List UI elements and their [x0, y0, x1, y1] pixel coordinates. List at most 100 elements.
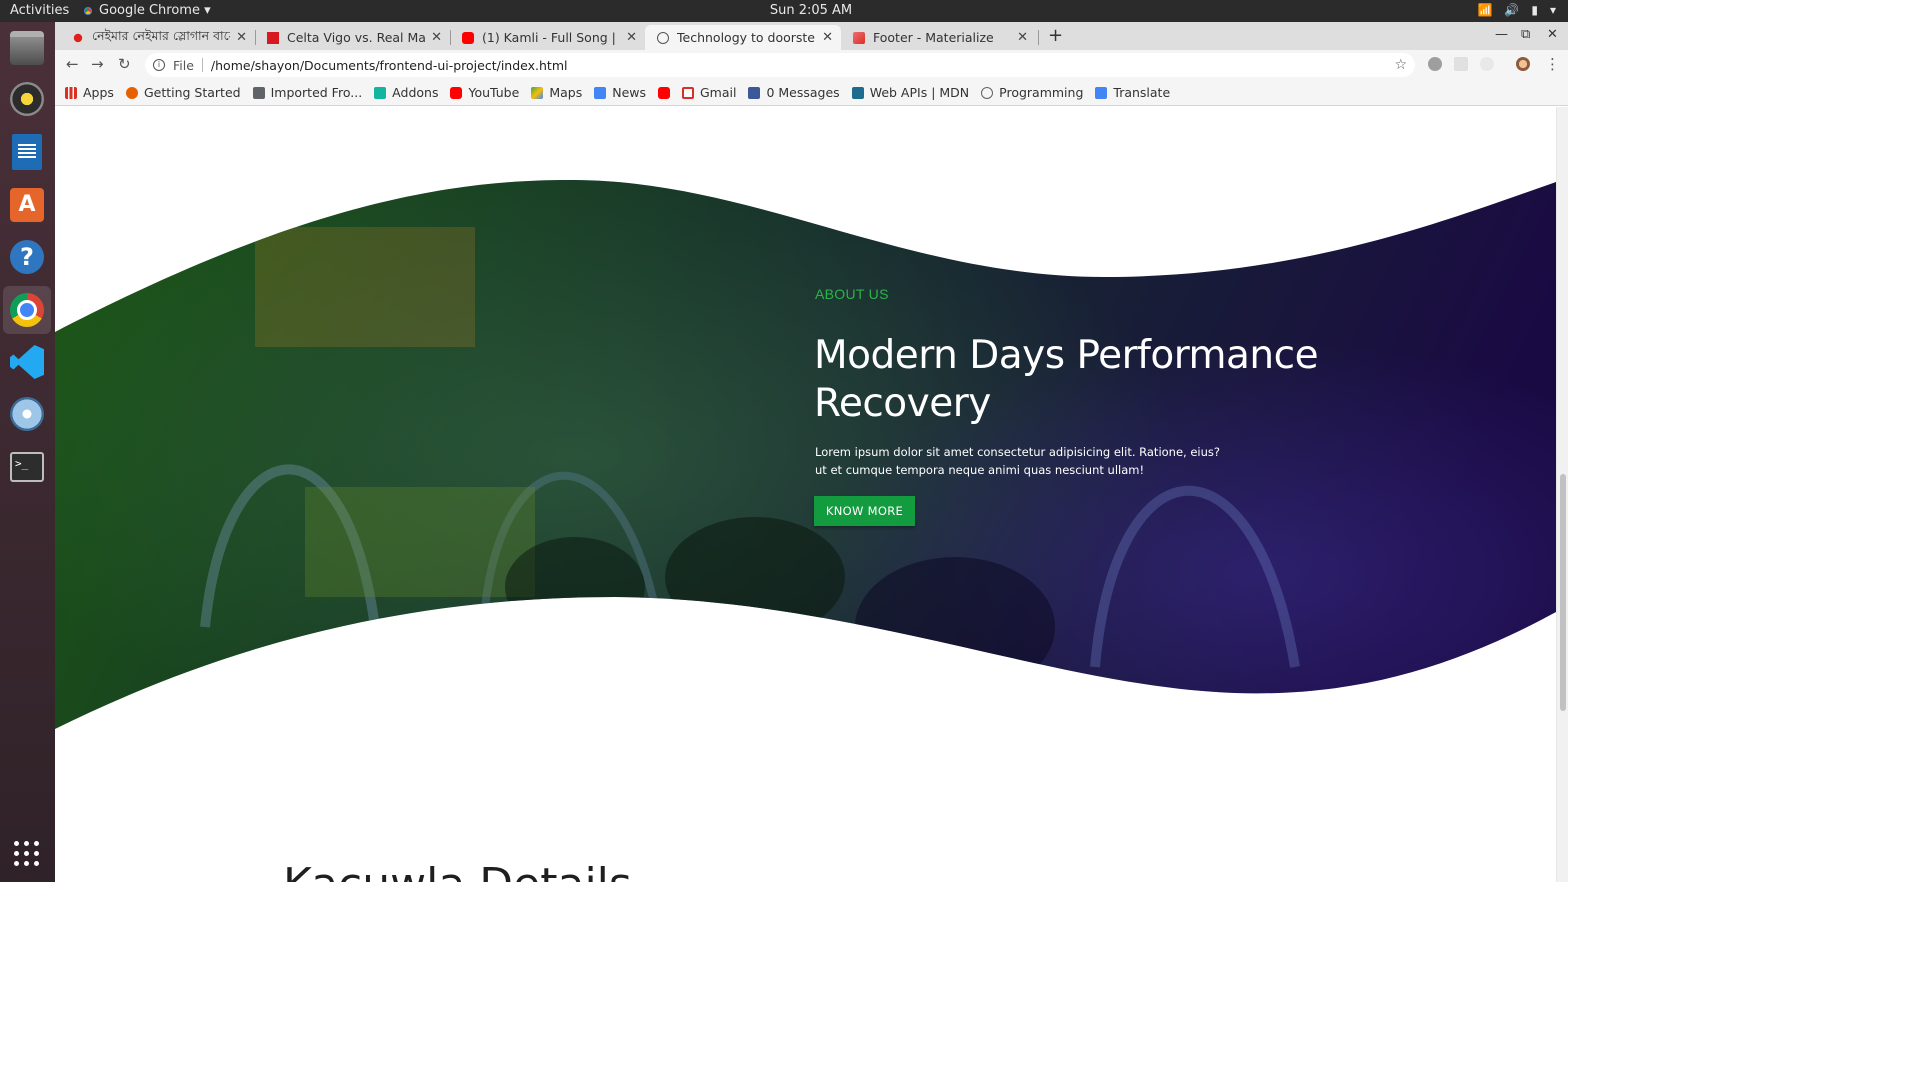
- extension-icon[interactable]: [1454, 57, 1468, 71]
- forward-button[interactable]: →: [91, 55, 104, 73]
- bookmark-label: Imported Fro...: [270, 85, 363, 100]
- dock-rhythmbox[interactable]: [7, 79, 47, 119]
- know-more-button[interactable]: KNOW MORE: [814, 496, 915, 526]
- news-icon: [594, 86, 607, 99]
- bookmark-mdn[interactable]: Web APIs | MDN: [851, 85, 969, 100]
- back-button[interactable]: ←: [66, 55, 79, 73]
- bookmark-gmail[interactable]: Gmail: [682, 85, 736, 100]
- browser-window: নেইমার নেইমার স্লোগান বার্সেলোনা ✕ Celta…: [55, 22, 1568, 882]
- clock[interactable]: Sun 2:05 AM: [0, 3, 1622, 18]
- close-icon[interactable]: ✕: [236, 30, 247, 45]
- new-tab-button[interactable]: +: [1048, 25, 1063, 46]
- avatar[interactable]: [1516, 57, 1530, 71]
- apps-grid-icon: [65, 86, 77, 99]
- tab-neymar[interactable]: নেইমার নেইমার স্লোগান বার্সেলোনা ✕: [60, 25, 255, 50]
- restore-button[interactable]: ⧉: [1521, 27, 1530, 42]
- omnibox-separator: [201, 58, 203, 72]
- extension-icon[interactable]: [1480, 57, 1494, 71]
- dock-vscode[interactable]: [7, 342, 47, 382]
- address-bar[interactable]: i File /home/shayon/Documents/frontend-u…: [145, 53, 1415, 77]
- bookmark-label: News: [612, 85, 646, 100]
- puzzle-icon: [374, 86, 387, 99]
- extension-icon[interactable]: [1428, 57, 1442, 71]
- dock-files[interactable]: [7, 28, 47, 68]
- browser-toolbar: ← → ↻ i File /home/shayon/Documents/fron…: [55, 50, 1568, 80]
- url-text[interactable]: /home/shayon/Documents/frontend-ui-proje…: [211, 58, 568, 73]
- page-scrollbar[interactable]: [1556, 107, 1568, 882]
- close-icon[interactable]: ✕: [1017, 30, 1028, 45]
- disk-icon: [10, 397, 44, 431]
- translate-icon: [1095, 86, 1108, 99]
- gmail-icon: [682, 86, 694, 99]
- info-icon[interactable]: i: [153, 59, 165, 71]
- maps-icon: [531, 86, 544, 99]
- bookmark-news[interactable]: News: [594, 85, 646, 100]
- dock: A ? >_: [0, 22, 55, 882]
- bookmark-label: Apps: [83, 85, 114, 100]
- tab-title: (1) Kamli - Full Song | Dhoom: [482, 30, 620, 45]
- close-window-button[interactable]: ✕: [1547, 27, 1558, 42]
- system-top-panel: Activities Google Chrome ▾ Sun 2:05 AM 📶…: [0, 0, 1568, 22]
- youtube-icon: [450, 86, 463, 99]
- tab-title: Celta Vigo vs. Real Madrid: [287, 30, 426, 45]
- bookmark-label: YouTube: [468, 85, 520, 100]
- tab-title: Technology to doorstep: [677, 30, 817, 45]
- dock-software[interactable]: A: [7, 185, 47, 225]
- facebook-icon: [748, 86, 761, 99]
- terminal-icon: >_: [10, 452, 44, 482]
- bookmark-maps[interactable]: Maps: [531, 85, 582, 100]
- tab-title: নেইমার নেইমার স্লোগান বার্সেলোনা: [92, 27, 230, 43]
- bookmark-addons[interactable]: Addons: [374, 85, 438, 100]
- about-hero-wave: [55, 179, 1556, 729]
- tab-footer-materialize[interactable]: Footer - Materialize ✕: [841, 25, 1036, 50]
- materialize-icon: [853, 31, 865, 44]
- bookmark-facebook[interactable]: 0 Messages: [748, 85, 840, 100]
- tab-technology-to-doorstep[interactable]: Technology to doorstep ✕: [645, 25, 841, 50]
- volume-icon[interactable]: 🔊: [1504, 3, 1519, 17]
- about-eyebrow: ABOUT US: [815, 286, 889, 302]
- folder-icon: [252, 86, 265, 99]
- bookmark-label: Gmail: [700, 85, 737, 100]
- close-icon[interactable]: ✕: [431, 30, 442, 45]
- youtube-icon: [462, 31, 474, 44]
- files-icon: [10, 31, 44, 65]
- star-icon[interactable]: ☆: [1394, 57, 1407, 73]
- reload-button[interactable]: ↻: [118, 55, 131, 73]
- chrome-icon: [10, 293, 44, 327]
- dock-help[interactable]: ?: [7, 237, 47, 277]
- tab-celta-vigo[interactable]: Celta Vigo vs. Real Madrid ✕: [255, 25, 450, 50]
- globe-icon: [657, 31, 669, 44]
- close-icon[interactable]: ✕: [626, 30, 637, 45]
- dock-disk[interactable]: [7, 394, 47, 434]
- bookmark-translate[interactable]: Translate: [1095, 85, 1170, 100]
- menu-button[interactable]: ⋮: [1545, 55, 1560, 73]
- close-icon[interactable]: ✕: [822, 30, 833, 45]
- bookmark-programming[interactable]: Programming: [981, 85, 1083, 100]
- power-menu-icon[interactable]: ▾: [1550, 3, 1556, 17]
- scrollbar-thumb[interactable]: [1560, 474, 1566, 711]
- dock-writer[interactable]: [7, 132, 47, 172]
- dock-terminal[interactable]: >_: [7, 447, 47, 487]
- bookmark-getting-started[interactable]: Getting Started: [125, 85, 241, 100]
- tab-separator: [1038, 30, 1039, 45]
- writer-icon: [12, 134, 42, 170]
- bookmark-youtube[interactable]: YouTube: [450, 85, 519, 100]
- file-label: File: [173, 57, 194, 73]
- minimize-button[interactable]: —: [1495, 27, 1508, 42]
- dock-chrome[interactable]: [3, 286, 51, 334]
- bookmark-youtube-2[interactable]: [658, 86, 670, 99]
- bookmark-label: Maps: [549, 85, 583, 100]
- system-tray[interactable]: 📶 🔊 ▮ ▾: [1477, 3, 1556, 17]
- bookmark-imported[interactable]: Imported Fro...: [252, 85, 363, 100]
- bookmark-label: Programming: [999, 85, 1084, 100]
- news-icon: [267, 31, 279, 44]
- globe-icon: [981, 86, 994, 99]
- bookmark-apps[interactable]: Apps: [65, 85, 114, 100]
- tab-kamli[interactable]: (1) Kamli - Full Song | Dhoom ✕: [450, 25, 645, 50]
- show-applications-button[interactable]: [7, 834, 47, 874]
- battery-icon[interactable]: ▮: [1531, 3, 1538, 17]
- bookmark-label: 0 Messages: [766, 85, 840, 100]
- help-icon: ?: [10, 240, 44, 274]
- wifi-icon[interactable]: 📶: [1477, 3, 1492, 17]
- bookmark-label: Addons: [392, 85, 439, 100]
